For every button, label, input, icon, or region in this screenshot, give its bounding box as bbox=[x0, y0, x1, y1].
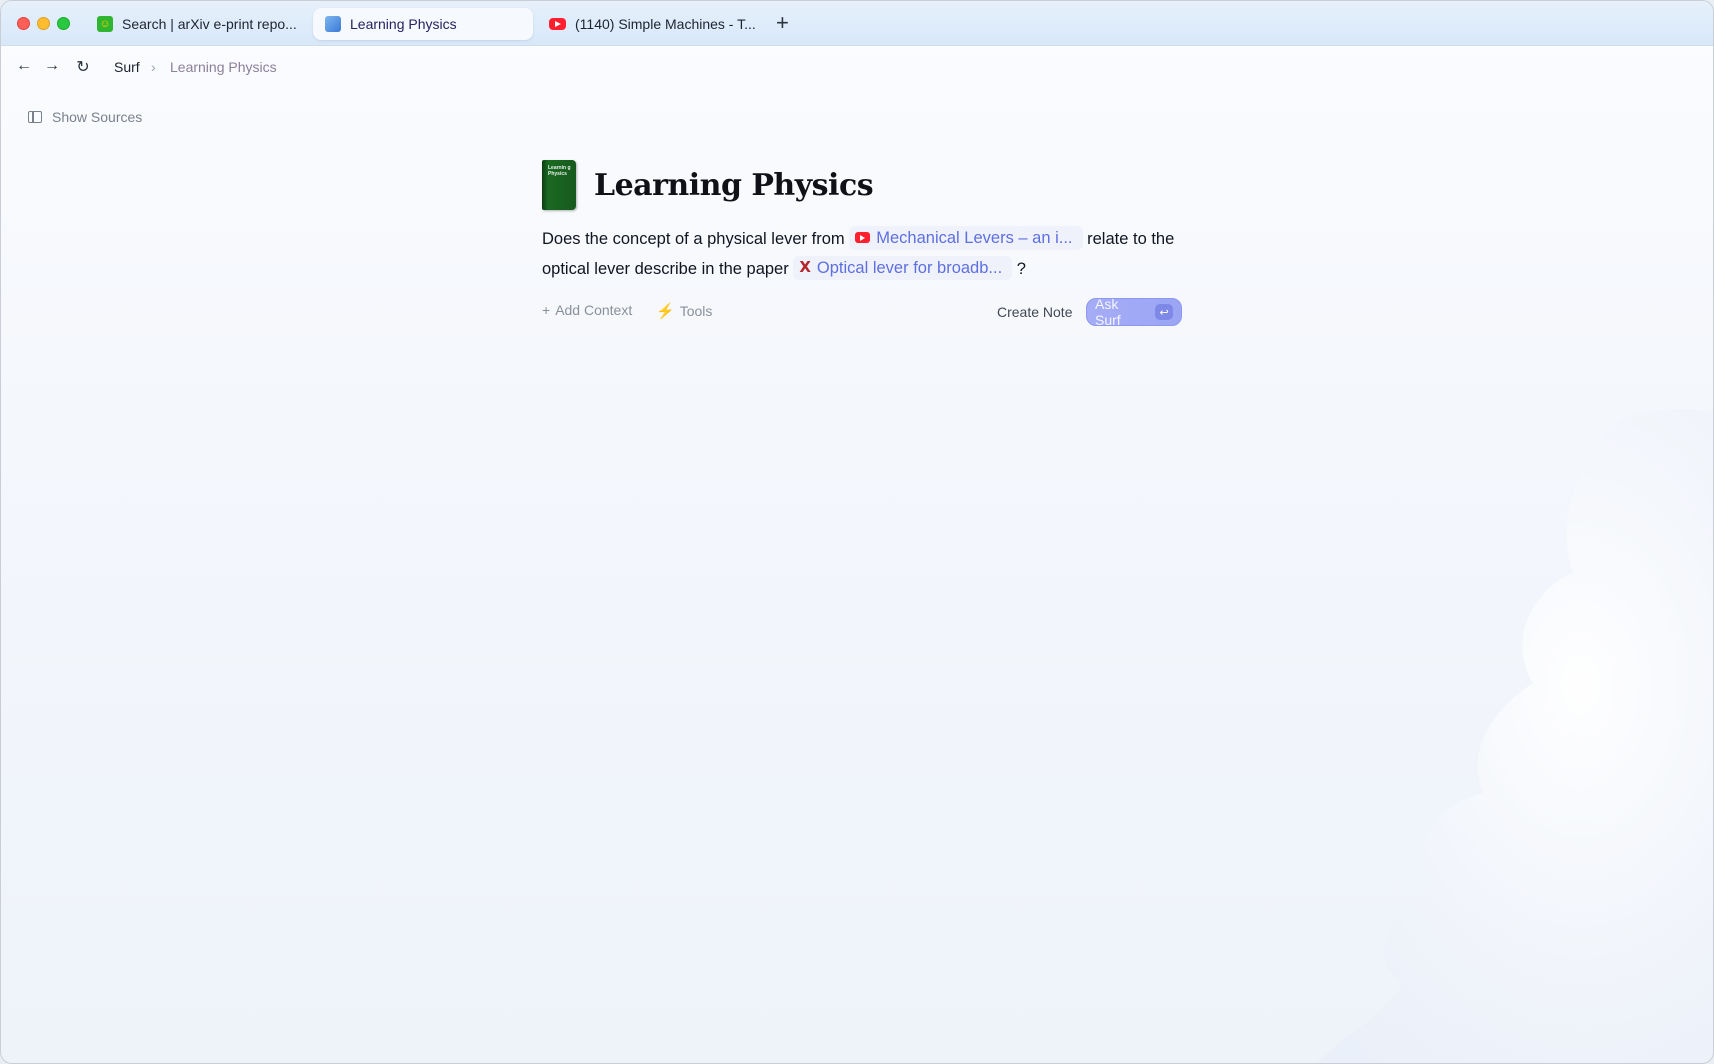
lightning-icon: ⚡ bbox=[656, 303, 675, 320]
page-title: Learning Physics bbox=[594, 167, 874, 203]
tab-learning-physics[interactable]: Learning Physics bbox=[313, 8, 533, 40]
tab-youtube[interactable]: (1140) Simple Machines - T... bbox=[537, 8, 759, 40]
back-arrow-icon[interactable]: ← bbox=[14, 57, 34, 75]
show-sources-button[interactable]: Show Sources bbox=[28, 109, 142, 125]
arxiv-icon: ☺ bbox=[97, 16, 113, 32]
breadcrumb-root[interactable]: Surf bbox=[114, 59, 140, 75]
tab-arxiv[interactable]: ☺ Search | arXiv e-print repo... bbox=[85, 8, 307, 40]
breadcrumb-separator: › bbox=[151, 59, 156, 75]
main-content: Learnin g Physics Learning Physics Does … bbox=[542, 159, 1182, 328]
source-chip-video[interactable]: Mechanical Levers – an i... bbox=[849, 225, 1083, 250]
forward-arrow-icon[interactable]: → bbox=[42, 57, 62, 75]
sidebar-panel-icon bbox=[28, 111, 42, 123]
reload-icon[interactable]: ↻ bbox=[73, 57, 93, 77]
youtube-icon bbox=[855, 232, 871, 244]
tab-label: Learning Physics bbox=[350, 16, 457, 32]
tools-button[interactable]: ⚡ Tools bbox=[656, 302, 712, 320]
close-window-button[interactable] bbox=[17, 17, 30, 30]
browser-window: ☺ Search | arXiv e-print repo... Learnin… bbox=[0, 0, 1714, 1064]
add-context-label: Add Context bbox=[555, 302, 633, 318]
prompt-part: Does the concept of a physical lever fro… bbox=[542, 230, 845, 248]
tools-label: Tools bbox=[679, 303, 713, 319]
youtube-icon bbox=[549, 18, 566, 30]
chip-label: Optical lever for broadb... bbox=[816, 258, 1003, 277]
add-context-button[interactable]: + Add Context bbox=[542, 302, 632, 318]
breadcrumb-current: Learning Physics bbox=[170, 59, 277, 75]
prompt-part: ? bbox=[1016, 260, 1026, 278]
notebook-cover-icon[interactable]: Learnin g Physics bbox=[542, 160, 576, 210]
new-tab-button[interactable]: + bbox=[776, 11, 789, 35]
tab-label: Search | arXiv e-print repo... bbox=[122, 16, 297, 32]
title-row: Learnin g Physics Learning Physics bbox=[542, 159, 1182, 211]
show-sources-label: Show Sources bbox=[52, 109, 143, 125]
prompt-text[interactable]: Does the concept of a physical lever fro… bbox=[542, 224, 1182, 284]
ask-surf-button[interactable]: Ask Surf ↩ bbox=[1086, 296, 1182, 328]
cover-text: Learnin g Physics bbox=[548, 165, 571, 177]
prompt-actions: + Add Context ⚡ Tools Create Note Ask Su… bbox=[542, 296, 1182, 328]
minimize-window-button[interactable] bbox=[37, 17, 50, 30]
maximize-window-button[interactable] bbox=[57, 17, 70, 30]
background-cloud bbox=[1317, 408, 1713, 1063]
tab-bar: ☺ Search | arXiv e-print repo... Learnin… bbox=[1, 1, 1713, 46]
nav-bar: ← → ↻ Surf › Learning Physics bbox=[1, 46, 1713, 88]
source-chip-paper[interactable]: 𝗫 Optical lever for broadb... bbox=[793, 255, 1013, 280]
plus-icon: + bbox=[542, 302, 551, 318]
surf-icon bbox=[325, 16, 341, 32]
ask-surf-label: Ask Surf bbox=[1095, 296, 1121, 328]
chip-label: Mechanical Levers – an i... bbox=[876, 228, 1073, 247]
arxiv-x-icon: 𝗫 bbox=[799, 258, 811, 276]
tab-label: (1140) Simple Machines - T... bbox=[575, 16, 756, 32]
create-note-button[interactable]: Create Note bbox=[989, 298, 1081, 326]
enter-key-icon: ↩ bbox=[1155, 304, 1173, 320]
